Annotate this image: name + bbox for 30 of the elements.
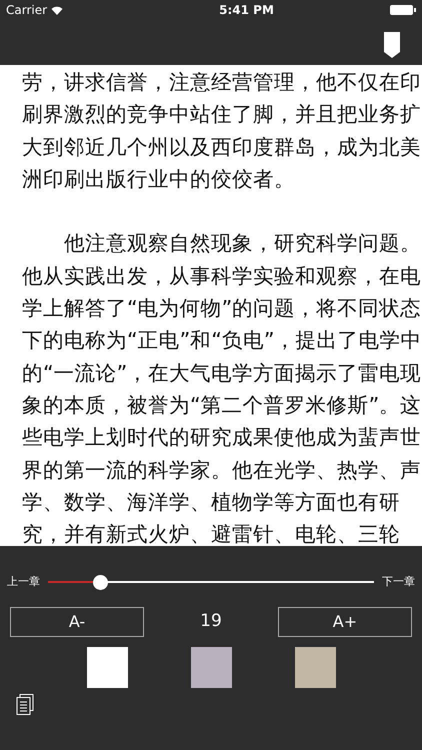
increase-font-button[interactable]: A+ (278, 607, 412, 637)
battery-icon (390, 5, 416, 15)
text-line: 他从实践出发，从事科学实验和观察，在电 (22, 262, 421, 290)
text-line: 学上解答了“电为何物”的问题，将不同状态 (22, 295, 422, 322)
pages-icon[interactable] (16, 694, 34, 715)
text-line: 究，并有新式火炉、避雷针、电轮、三轮 (22, 521, 400, 548)
font-size-value: 19 (200, 610, 222, 634)
wifi-icon (51, 6, 64, 14)
theme-swatch[interactable] (86, 647, 128, 688)
previous-chapter-link[interactable]: 上一章 (7, 574, 40, 590)
text-line: 大到邻近几个州以及西印度群岛，成为北美 (22, 134, 421, 161)
bookmark-icon[interactable] (384, 32, 400, 58)
text-line: 刷界激烈的竞争中站住了脚，并且把业务扩 (22, 101, 421, 128)
text-line: 劳，讲求信誉，注意经营管理，他不仅在印 (22, 69, 421, 96)
theme-swatch[interactable] (190, 647, 232, 688)
text-line: 学、数学、海洋学、植物学等方面也有研 (22, 488, 400, 516)
theme-swatch[interactable] (294, 647, 336, 688)
text-line: 象的本质，被誉为“第二个普罗米修斯”。这 (22, 392, 422, 419)
slider-thumb[interactable] (93, 574, 108, 590)
decrease-font-button[interactable]: A- (10, 607, 144, 637)
text-line: 的“一流论”，在大气电学方面揭示了雷电现 (22, 360, 422, 387)
next-chapter-link[interactable]: 下一章 (382, 574, 415, 590)
text-line: 些电学上划时代的研究成果使他成为蜚声世 (22, 424, 421, 452)
text-line: 洲印刷出版行业中的佼佼者。 (22, 166, 295, 193)
time-label: 5:41 PM (219, 2, 274, 19)
text-line: 他注意观察自然现象，研究科学问题。 (63, 230, 421, 258)
text-line: 界的第一流的科学家。他在光学、热学、声 (22, 456, 421, 484)
carrier-label: Carrier (6, 2, 48, 19)
text-line: 下的电称为“正电”和“负电”，提出了电学中 (22, 327, 422, 354)
chapter-slider[interactable] (48, 574, 374, 590)
